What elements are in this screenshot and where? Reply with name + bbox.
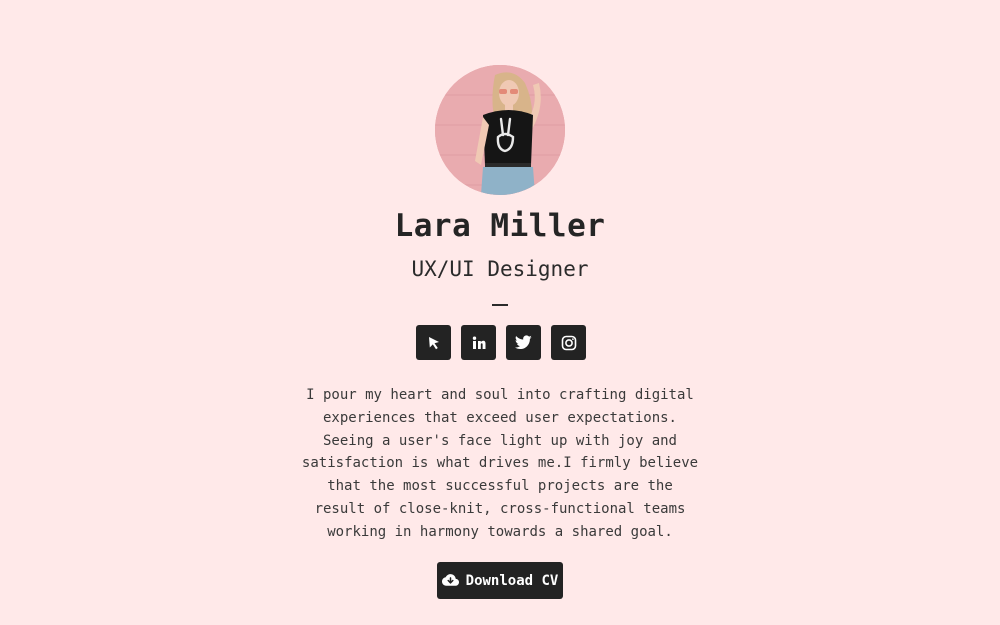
linkedin-icon (471, 335, 487, 351)
twitter-icon (515, 335, 532, 350)
download-cv-button[interactable]: Download CV (437, 562, 563, 599)
instagram-icon (561, 335, 577, 351)
avatar (435, 65, 565, 195)
linkedin-link-button[interactable] (461, 325, 496, 360)
download-cv-label: Download CV (465, 572, 559, 589)
portfolio-link-button[interactable] (416, 325, 451, 360)
divider (492, 304, 508, 306)
cursor-pointer-icon (426, 335, 442, 351)
profile-card: Lara Miller UX/UI Designer I pour my hea… (0, 0, 1000, 625)
social-links (416, 325, 586, 360)
profile-role: UX/UI Designer (411, 257, 589, 281)
profile-bio: I pour my heart and soul into crafting d… (301, 387, 699, 540)
cloud-download-icon (441, 574, 459, 587)
instagram-link-button[interactable] (551, 325, 586, 360)
twitter-link-button[interactable] (506, 325, 541, 360)
profile-name: Lara Miller (394, 208, 606, 244)
